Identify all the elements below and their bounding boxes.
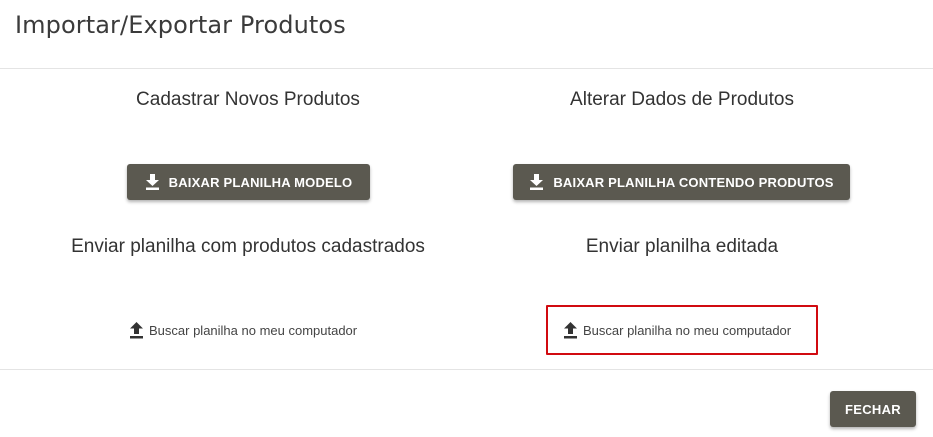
upload-registered-label: Buscar planilha no meu computador: [149, 322, 358, 338]
close-button[interactable]: FECHAR: [830, 391, 916, 427]
download-template-label: BAIXAR PLANILHA MODELO: [168, 174, 353, 190]
new-products-heading: Cadastrar Novos Produtos: [136, 89, 360, 110]
new-products-section: Cadastrar Novos Produtos BAIXAR PLANILHA…: [28, 69, 468, 369]
highlight-box: [546, 305, 818, 355]
edit-products-heading: Alterar Dados de Produtos: [570, 89, 794, 110]
download-icon: [145, 174, 160, 190]
upload-icon: [129, 321, 144, 339]
download-products-label: BAIXAR PLANILHA CONTENDO PRODUTOS: [553, 174, 834, 190]
send-registered-heading: Enviar planilha com produtos cadastrados: [71, 236, 425, 257]
download-icon: [529, 174, 544, 190]
dialog-title: Importar/Exportar Produtos: [15, 11, 346, 39]
send-edited-heading: Enviar planilha editada: [585, 236, 779, 257]
download-template-button[interactable]: BAIXAR PLANILHA MODELO: [127, 164, 370, 200]
import-export-dialog: Importar/Exportar Produtos Cadastrar Nov…: [0, 0, 933, 437]
upload-registered-link[interactable]: Buscar planilha no meu computador: [129, 315, 357, 345]
download-products-button[interactable]: BAIXAR PLANILHA CONTENDO PRODUTOS: [513, 164, 850, 200]
footer-divider: [0, 369, 933, 370]
